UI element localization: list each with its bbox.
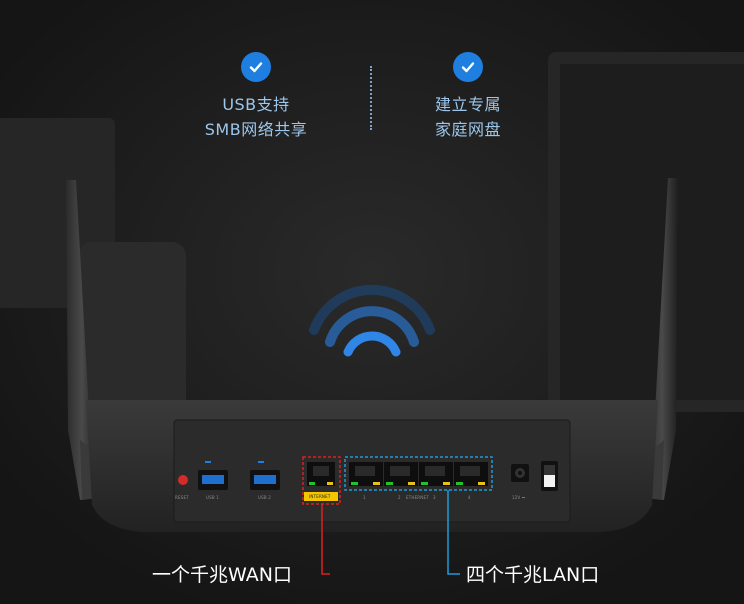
wan-port[interactable] bbox=[307, 462, 335, 486]
lan-1-label: 1 bbox=[363, 495, 366, 500]
usb-1-label: USB 1 bbox=[206, 495, 220, 500]
feature-divider bbox=[370, 66, 372, 130]
power-switch[interactable] bbox=[541, 461, 558, 491]
lan-3-label: 3 bbox=[433, 495, 436, 500]
feature-text-line: SMB网络共享 bbox=[204, 120, 308, 139]
feature-home-storage: 建立专属 家庭网盘 bbox=[408, 52, 528, 142]
power-label: 12V ⎓ bbox=[512, 495, 526, 500]
check-circle-icon bbox=[453, 52, 483, 82]
internet-label: INTERNET bbox=[309, 494, 331, 499]
reset-label: RESET bbox=[175, 495, 189, 500]
ethernet-label: ETHERNET bbox=[406, 495, 429, 500]
check-circle-icon bbox=[241, 52, 271, 82]
wan-callout: 一个千兆WAN口 bbox=[152, 564, 292, 586]
feature-text-line: 建立专属 bbox=[434, 95, 501, 114]
power-jack[interactable] bbox=[511, 464, 529, 482]
lan-2-label: 2 bbox=[398, 495, 401, 500]
lan-4-label: 4 bbox=[468, 495, 471, 500]
feature-text-line: 家庭网盘 bbox=[434, 120, 501, 139]
router-scene bbox=[0, 0, 744, 604]
product-image: USB支持 SMB网络共享 建立专属 家庭网盘 RESET USB 1 USB … bbox=[0, 0, 744, 604]
lan-callout: 四个千兆LAN口 bbox=[466, 564, 600, 586]
feature-text-line: USB支持 bbox=[222, 95, 290, 114]
feature-usb-smb: USB支持 SMB网络共享 bbox=[196, 52, 316, 142]
reset-button[interactable] bbox=[178, 475, 188, 485]
usb-2-label: USB 2 bbox=[258, 495, 272, 500]
